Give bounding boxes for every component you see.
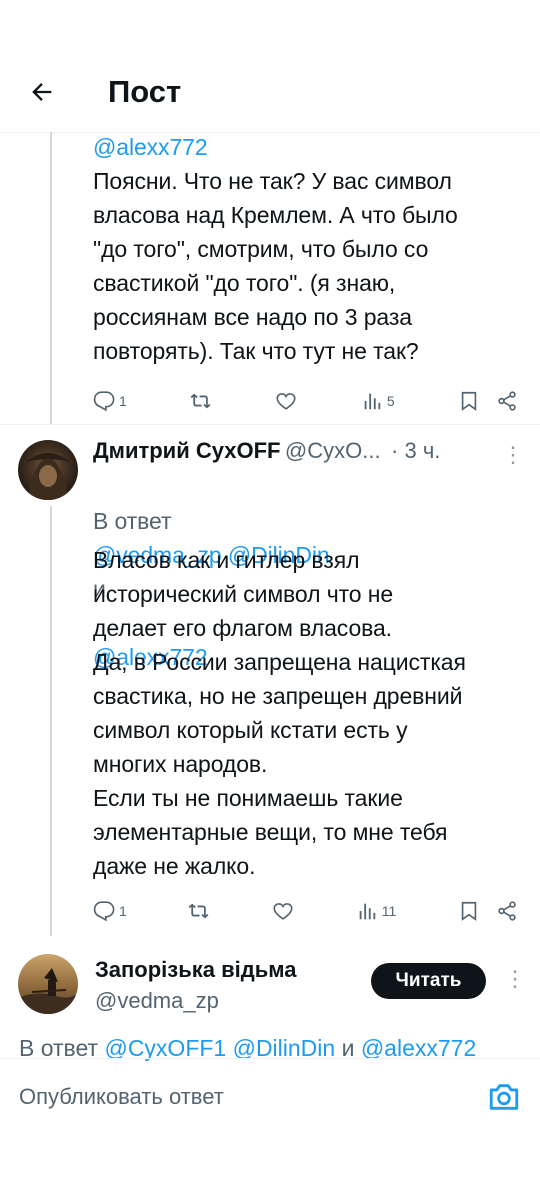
reply-icon	[93, 391, 115, 412]
views-count: 11	[381, 903, 397, 919]
repost-icon	[189, 903, 209, 919]
views-chart-icon	[359, 903, 376, 920]
page-title: Пост	[108, 74, 182, 109]
share-icon	[498, 391, 516, 411]
views-button[interactable]: 5	[361, 390, 395, 412]
share-button[interactable]	[496, 900, 518, 922]
reply-mention[interactable]: @alexx772	[93, 130, 208, 164]
reply-icon	[93, 901, 115, 922]
author-name[interactable]: Дмитрий СухOFF	[93, 438, 280, 463]
like-button[interactable]	[272, 900, 294, 922]
author-handle[interactable]: @vedma_zp	[95, 988, 219, 1014]
thread-line	[50, 132, 52, 424]
heart-icon	[273, 903, 293, 920]
follow-button[interactable]: Читать	[371, 963, 486, 999]
bookmark-icon	[461, 391, 477, 411]
avatar[interactable]	[18, 440, 78, 500]
tweet-actions: 1 11	[93, 896, 518, 926]
back-button[interactable]	[22, 72, 62, 112]
tweet-text: Поясни. Что не так? У вас символ власова…	[93, 168, 458, 364]
author-name[interactable]: Запорізька відьма	[95, 957, 296, 983]
divider	[0, 424, 540, 425]
views-button[interactable]: 11	[356, 900, 397, 922]
reply-count: 1	[119, 903, 127, 919]
bookmark-icon	[461, 901, 477, 921]
camera-icon	[489, 1084, 519, 1110]
tweet-author: Дмитрий СухOFF @СухО... · 3 ч.	[93, 438, 493, 472]
tweet-text: Власов как и гитлер взял исторический си…	[93, 547, 466, 879]
arrow-left-icon	[32, 83, 52, 101]
tweet-time[interactable]: · 3 ч.	[391, 438, 440, 463]
heart-icon	[276, 393, 297, 410]
share-button[interactable]	[496, 390, 518, 412]
top-bar: Пост	[0, 0, 540, 133]
avatar-image	[18, 968, 78, 1014]
bookmark-button[interactable]	[458, 900, 480, 922]
reply-prefix: В ответ	[93, 508, 172, 534]
like-button[interactable]	[275, 390, 297, 412]
views-chart-icon	[364, 393, 381, 410]
more-icon[interactable]: ⋮	[502, 442, 524, 468]
repost-icon	[190, 393, 211, 409]
camera-button[interactable]	[487, 1080, 521, 1114]
bookmark-button[interactable]	[458, 390, 480, 412]
avatar[interactable]	[18, 954, 78, 1014]
more-icon[interactable]: ⋮	[504, 966, 526, 992]
avatar-image	[26, 453, 70, 500]
author-handle[interactable]: @СухО...	[285, 438, 381, 463]
tweet-actions: 1 5	[93, 386, 518, 416]
thread-line	[50, 506, 52, 936]
repost-button[interactable]	[188, 900, 210, 922]
reply-button[interactable]: 1	[93, 900, 127, 922]
reply-button[interactable]: 1	[93, 390, 127, 412]
views-count: 5	[386, 393, 395, 409]
reply-count: 1	[119, 393, 127, 409]
repost-button[interactable]	[190, 390, 212, 412]
reply-input[interactable]: Опубликовать ответ	[19, 1084, 224, 1110]
share-icon	[498, 901, 516, 921]
